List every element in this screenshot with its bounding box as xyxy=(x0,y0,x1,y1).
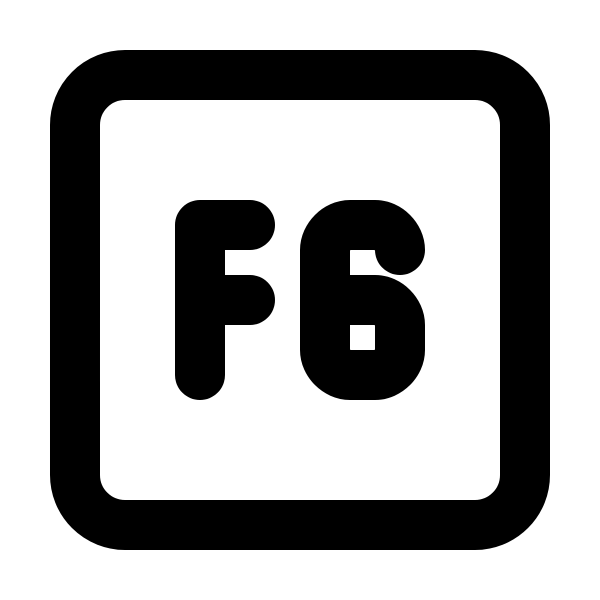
f6-key-icon xyxy=(50,50,550,550)
key-label-glyph-f xyxy=(175,200,275,400)
key-label-glyph-6 xyxy=(300,200,425,400)
f6-key-icon-container xyxy=(0,0,600,600)
